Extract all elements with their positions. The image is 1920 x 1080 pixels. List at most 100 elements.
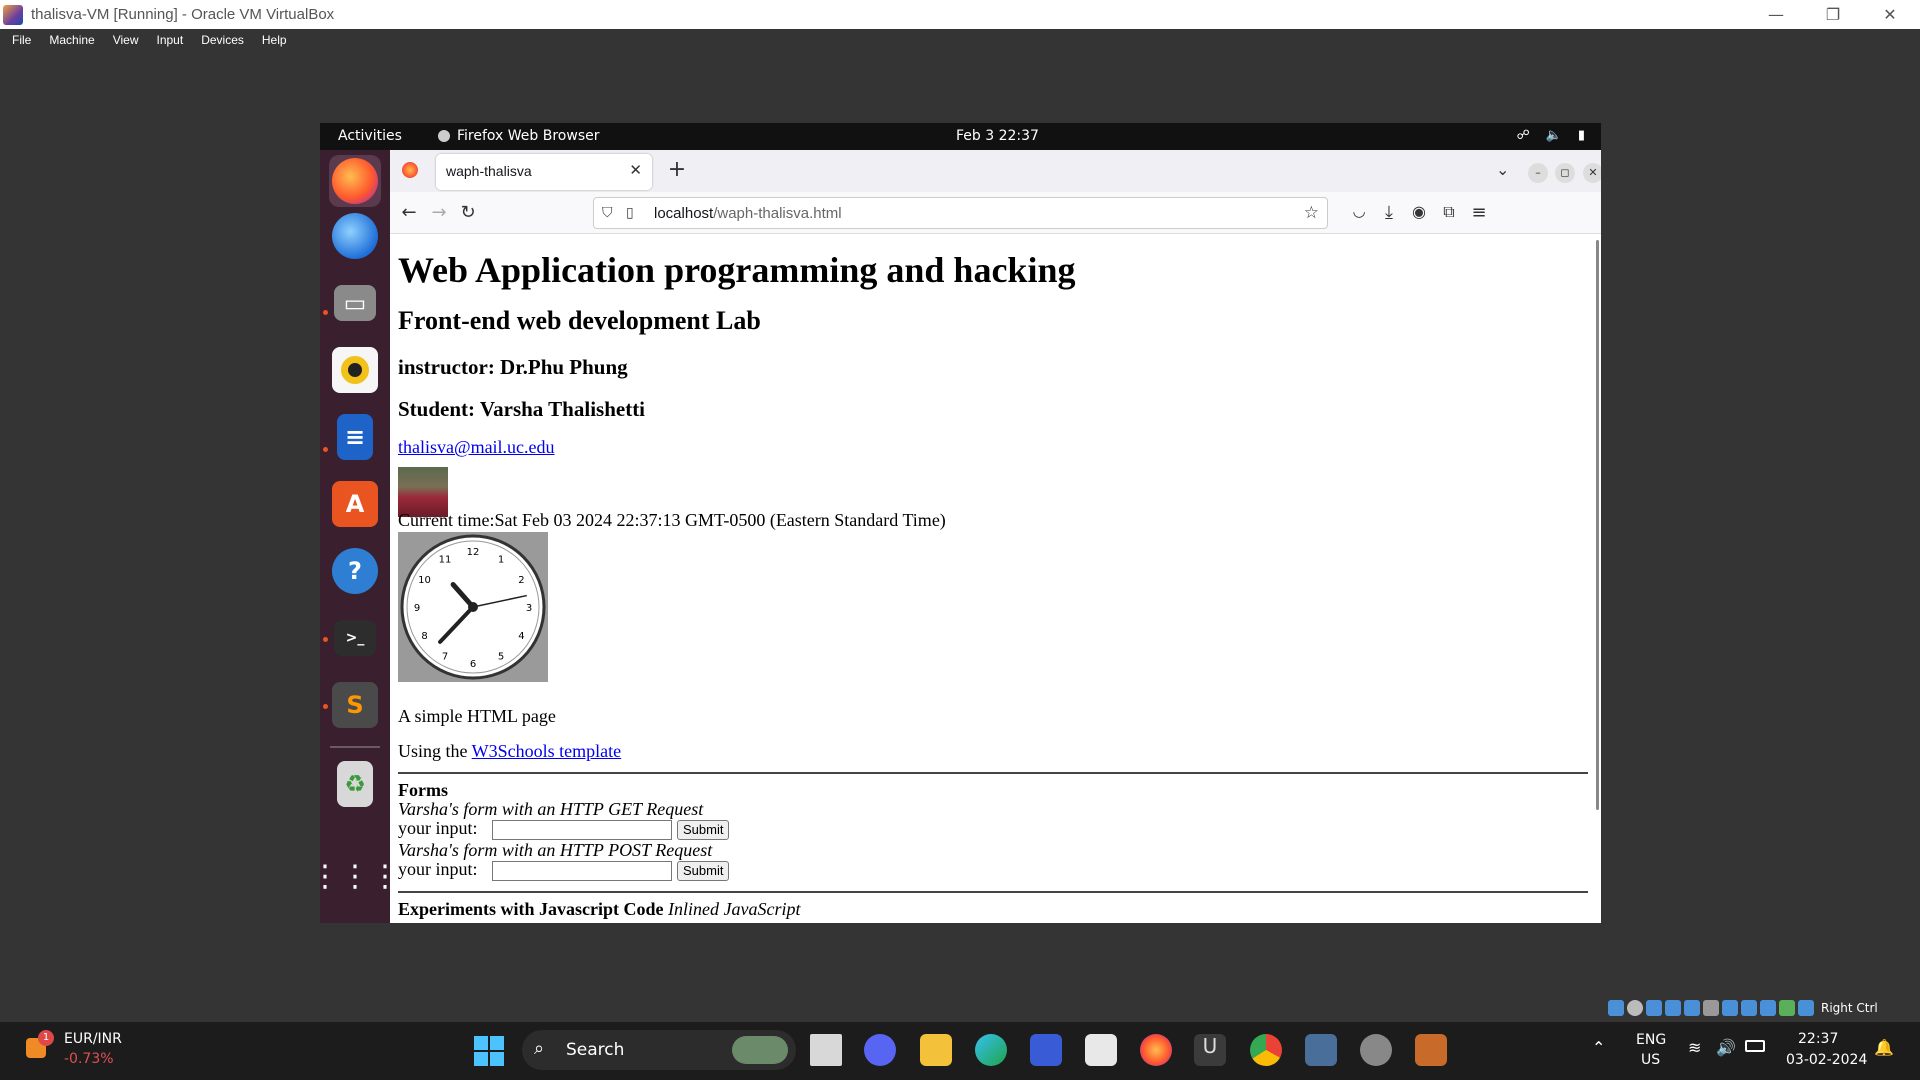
- lang-bottom[interactable]: US: [1641, 1052, 1660, 1068]
- file-explorer-icon[interactable]: [920, 1034, 952, 1066]
- uc-app-icon[interactable]: U: [1194, 1034, 1226, 1066]
- url-bar[interactable]: ⛉ ▯ localhost/waph-thalisva.html ☆: [593, 197, 1328, 229]
- forward-arrow-icon[interactable]: →: [427, 202, 451, 223]
- speaker-icon[interactable]: 🔊: [1716, 1038, 1736, 1057]
- ms-store-icon[interactable]: [1085, 1034, 1117, 1066]
- analog-clock: 12 1 2 3 4 5 6 7 8 9 10 11: [398, 532, 548, 682]
- account-icon[interactable]: ◉: [1407, 202, 1431, 221]
- dock-help[interactable]: ?: [329, 545, 381, 597]
- app-menu-hamburger-icon[interactable]: ≡: [1467, 202, 1491, 223]
- task-view-icon[interactable]: [810, 1034, 842, 1066]
- email-link[interactable]: thalisva@mail.uc.edu: [398, 437, 555, 458]
- battery-icon: ▮: [1577, 128, 1585, 143]
- writer-icon: ≡: [337, 414, 373, 460]
- page-scrollbar[interactable]: [1596, 240, 1599, 810]
- tray-time[interactable]: 22:37: [1798, 1031, 1838, 1047]
- app-menu[interactable]: Firefox Web Browser: [438, 128, 600, 144]
- menu-help[interactable]: Help: [262, 33, 287, 47]
- dock-firefox[interactable]: [329, 155, 381, 207]
- vm-window-icon[interactable]: [1415, 1034, 1447, 1066]
- extensions-icon[interactable]: ⧉: [1437, 202, 1461, 222]
- vbox-status-bar: Right Ctrl: [1608, 998, 1920, 1018]
- virtualization-icon[interactable]: [1741, 1000, 1757, 1016]
- system-tray[interactable]: ☍ 🔈 ▮: [1516, 128, 1585, 143]
- ticker-widget[interactable]: 1: [22, 1030, 54, 1064]
- restore-icon[interactable]: ❐: [1804, 0, 1862, 29]
- current-time-text: Current time:Sat Feb 03 2024 22:37:13 GM…: [398, 510, 946, 530]
- display-icon[interactable]: [1703, 1000, 1719, 1016]
- downloads-icon[interactable]: ⤓: [1377, 202, 1401, 223]
- taskbar-search[interactable]: ⌕ Search: [522, 1030, 796, 1070]
- dock-sublime[interactable]: S: [329, 679, 381, 731]
- gnome-clock[interactable]: Feb 3 22:37: [956, 128, 1039, 144]
- tray-date[interactable]: 03-02-2024: [1786, 1052, 1867, 1068]
- ticker-change: -0.73%: [64, 1051, 114, 1067]
- usb-icon[interactable]: [1665, 1000, 1681, 1016]
- list-tabs-chevron-icon[interactable]: ⌄: [1496, 160, 1509, 179]
- notification-bell-icon[interactable]: 🔔: [1874, 1038, 1894, 1057]
- ff-restore-icon[interactable]: ◻: [1555, 163, 1575, 183]
- get-input-field[interactable]: [492, 820, 672, 840]
- battery-tray-icon[interactable]: [1745, 1040, 1765, 1052]
- menu-input[interactable]: Input: [157, 33, 184, 47]
- tab-waph-thalisva[interactable]: waph-thalisva ✕: [436, 154, 652, 190]
- running-indicator: [323, 447, 328, 452]
- tracking-shield-icon[interactable]: ⛉: [602, 204, 613, 221]
- tab-close-icon[interactable]: ✕: [629, 161, 642, 179]
- show-apps-icon[interactable]: ⋮⋮⋮: [320, 850, 400, 902]
- dock-terminal[interactable]: >_: [329, 612, 381, 664]
- close-icon[interactable]: ✕: [1861, 0, 1919, 29]
- page-info-icon[interactable]: ▯: [626, 204, 634, 221]
- copilot-icon[interactable]: [1030, 1034, 1062, 1066]
- menu-view[interactable]: View: [113, 33, 139, 47]
- back-arrow-icon[interactable]: ←: [397, 202, 421, 223]
- firefox-view-icon[interactable]: [402, 162, 418, 178]
- reload-icon[interactable]: ↻: [456, 202, 480, 223]
- new-tab-plus-icon[interactable]: +: [664, 158, 690, 184]
- recording-icon[interactable]: [1722, 1000, 1738, 1016]
- dock-trash[interactable]: ♻: [329, 758, 381, 810]
- bookmark-star-icon[interactable]: ☆: [1304, 203, 1319, 223]
- network-adapter-icon[interactable]: [1646, 1000, 1662, 1016]
- keyboard-capture-icon[interactable]: [1798, 1000, 1814, 1016]
- cpu-icon[interactable]: [1779, 1000, 1795, 1016]
- dock-thunderbird[interactable]: [329, 210, 381, 262]
- activities-button[interactable]: Activities: [338, 128, 402, 144]
- get-submit-button[interactable]: Submit: [677, 820, 730, 840]
- w3schools-link[interactable]: W3Schools template: [472, 741, 621, 761]
- clock-numeral: 11: [439, 555, 452, 566]
- optical-drive-icon[interactable]: [1608, 1000, 1624, 1016]
- post-submit-button[interactable]: Submit: [677, 861, 730, 881]
- shared-folders-icon[interactable]: [1684, 1000, 1700, 1016]
- chrome-icon[interactable]: [1250, 1034, 1282, 1066]
- wifi-icon[interactable]: ≋: [1688, 1038, 1701, 1057]
- settings-gear-icon[interactable]: [1360, 1034, 1392, 1066]
- mouse-integration-icon[interactable]: [1760, 1000, 1776, 1016]
- audio-icon[interactable]: [1627, 1000, 1643, 1016]
- lang-top[interactable]: ENG: [1636, 1032, 1666, 1048]
- ff-minimize-icon[interactable]: –: [1528, 163, 1548, 183]
- dock-app-center[interactable]: A: [329, 478, 381, 530]
- pocket-icon[interactable]: ◡: [1347, 202, 1371, 220]
- ff-close-icon[interactable]: ✕: [1583, 163, 1601, 183]
- post-input-field[interactable]: [492, 861, 672, 881]
- get-input-label: your input:: [398, 818, 478, 838]
- windows-start-icon[interactable]: [474, 1036, 504, 1066]
- dock-rhythmbox[interactable]: [329, 344, 381, 396]
- menu-file[interactable]: File: [12, 33, 31, 47]
- running-indicator: [323, 704, 328, 709]
- instructor-heading: instructor: Dr.Phu Phung: [398, 355, 628, 379]
- edge-icon[interactable]: [975, 1034, 1007, 1066]
- menu-machine[interactable]: Machine: [49, 33, 94, 47]
- dock-files[interactable]: ▭: [329, 277, 381, 329]
- vbox-taskbar-icon[interactable]: [1305, 1034, 1337, 1066]
- menu-devices[interactable]: Devices: [201, 33, 244, 47]
- taskbar-firefox-icon[interactable]: [1140, 1034, 1172, 1066]
- virtualbox-logo-icon: [3, 4, 23, 25]
- tray-chevron-icon[interactable]: ⌃: [1592, 1038, 1605, 1057]
- app-menu-label: Firefox Web Browser: [457, 128, 600, 144]
- ubuntu-dock: ▭ ≡ A ? >_ S ♻ ⋮⋮⋮: [320, 150, 400, 923]
- teams-chat-icon[interactable]: [864, 1034, 896, 1066]
- dock-writer[interactable]: ≡: [329, 411, 381, 463]
- minimize-icon[interactable]: —: [1747, 0, 1805, 29]
